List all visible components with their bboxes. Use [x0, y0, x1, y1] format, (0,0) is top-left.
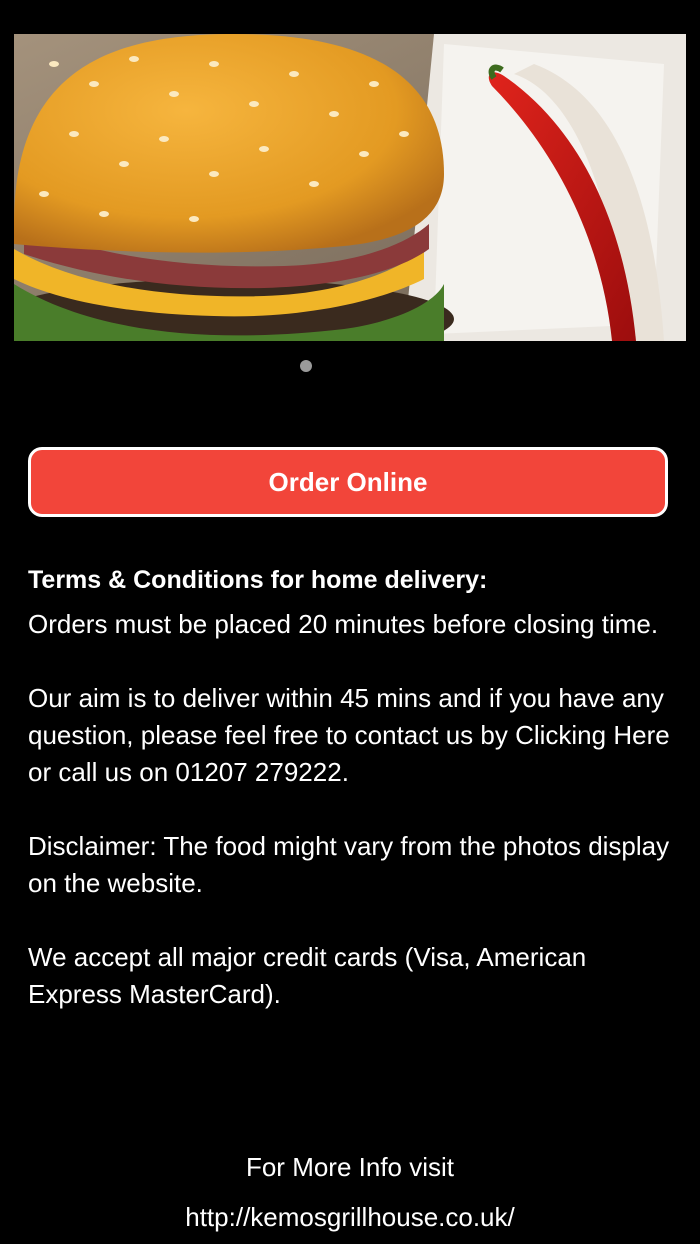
carousel-pagination — [0, 360, 612, 372]
footer-info-text: For More Info visit — [245, 1152, 455, 1182]
carousel-dot[interactable] — [300, 360, 312, 372]
terms-paragraph: Disclaimer: The food might vary from the… — [28, 831, 670, 898]
order-online-button[interactable]: Order Online — [28, 447, 668, 517]
terms-section: Terms & Conditions for home delivery: Or… — [28, 562, 673, 1050]
terms-heading: Terms & Conditions for home delivery: — [28, 566, 488, 594]
terms-paragraph: We accept all major credit cards (Visa, … — [28, 942, 587, 1009]
burger-photo — [14, 34, 686, 341]
terms-paragraph: Our aim is to deliver within 45 mins and… — [28, 683, 670, 787]
website-link[interactable]: http://kemosgrillhouse.co.uk/ — [0, 1198, 700, 1236]
hero-carousel-image[interactable] — [14, 34, 686, 341]
footer: For More Info visit http://kemosgrillhou… — [0, 1148, 700, 1236]
terms-paragraph: Orders must be placed 20 minutes before … — [28, 609, 659, 639]
